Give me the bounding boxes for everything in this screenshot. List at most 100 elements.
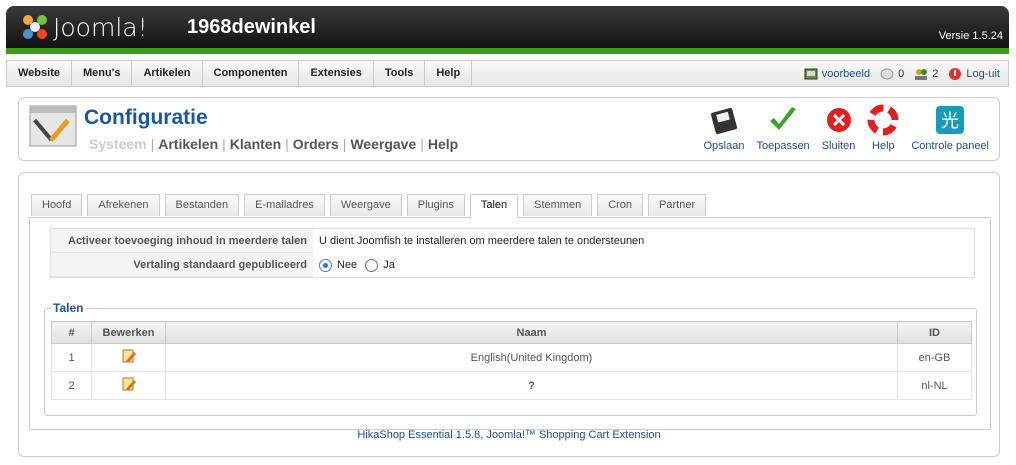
tab-plugins[interactable]: Plugins xyxy=(406,194,465,216)
sublink-system[interactable]: Systeem xyxy=(89,136,147,152)
apply-label: Toepassen xyxy=(756,140,810,152)
tab-weergave[interactable]: Weergave xyxy=(329,194,402,216)
preview-label: voorbeeld xyxy=(821,67,871,80)
menu-extensions[interactable]: Extensies xyxy=(299,61,374,86)
config-tabs: Hoofd Afrekenen Bestanden E-mailadres We… xyxy=(31,194,711,218)
language-id: en-GB xyxy=(897,343,972,372)
preview-link[interactable]: voorbeeld xyxy=(804,67,870,81)
config-sublinks: Systeem | Artikelen | Klanten | Orders | Weergav… xyxy=(89,136,458,152)
messages-icon xyxy=(880,68,894,79)
sublink-articles[interactable]: Artikelen xyxy=(158,136,218,152)
language-name: English(United Kingdom) xyxy=(165,343,898,372)
tab-content: Activeer toevoeging inhoud in meerdere t… xyxy=(29,217,991,430)
main-panel: Hoofd Afrekenen Bestanden E-mailadres We… xyxy=(18,172,1000,457)
menu-help[interactable]: Help xyxy=(425,61,473,86)
tab-afrekenen[interactable]: Afrekenen xyxy=(87,194,160,216)
menu-components[interactable]: Componenten xyxy=(203,61,300,86)
multilanguage-value: U dient Joomfish te installeren om meerd… xyxy=(319,235,645,247)
sublink-separator: | xyxy=(222,136,226,152)
sublink-help[interactable]: Help xyxy=(428,136,458,152)
language-options: Activeer toevoeging inhoud in meerdere t… xyxy=(50,228,975,278)
header-accent-line xyxy=(6,48,1009,54)
menu-articles[interactable]: Artikelen xyxy=(132,61,203,86)
col-edit: Bewerken xyxy=(91,321,166,344)
radio-ja[interactable] xyxy=(365,258,379,272)
menu-website[interactable]: Website xyxy=(7,61,72,86)
users-count[interactable]: 2 xyxy=(914,67,938,81)
preview-icon xyxy=(804,68,818,79)
edit-cell xyxy=(91,371,166,400)
version-label: Versie 1.5.24 xyxy=(938,30,1003,42)
close-label: Sluiten xyxy=(821,140,856,152)
configuration-icon xyxy=(29,105,77,147)
row-number: 2 xyxy=(51,371,92,400)
lifebuoy-icon xyxy=(867,104,899,136)
sublink-separator: | xyxy=(285,136,289,152)
logout-label: Log-uit xyxy=(966,67,1000,80)
table-row: 2 ? nl-NL xyxy=(51,371,972,400)
edit-icon[interactable] xyxy=(121,348,137,364)
page-title: Configuratie xyxy=(84,106,208,129)
menu-menus[interactable]: Menu's xyxy=(72,61,133,86)
publish-radio-group: Nee Ja xyxy=(313,258,395,272)
table-header-row: # Bewerken Naam ID xyxy=(51,321,972,344)
messages-value: 0 xyxy=(898,67,905,80)
tab-hoofd[interactable]: Hoofd xyxy=(31,194,83,216)
sublink-customers[interactable]: Klanten xyxy=(230,136,281,152)
menu-tools[interactable]: Tools xyxy=(374,61,426,86)
checkmark-icon xyxy=(770,107,797,130)
publish-label: Vertaling standaard gepubliceerd xyxy=(51,253,313,277)
col-id: ID xyxy=(897,321,972,344)
sublink-separator: | xyxy=(420,136,424,152)
languages-table: # Bewerken Naam ID 1 English(United King… xyxy=(51,321,972,400)
option-row-publish: Vertaling standaard gepubliceerd Nee Ja xyxy=(51,253,974,277)
main-menu-bar: Website Menu's Artikelen Componenten Ext… xyxy=(6,60,1009,87)
logout-link[interactable]: Log-uit xyxy=(948,67,1000,81)
footer-link[interactable]: HikaShop Essential 1.5.8, Joomla!™ Shopp… xyxy=(19,429,999,441)
apply-button[interactable]: Toepassen xyxy=(750,104,815,152)
sublink-separator: | xyxy=(150,136,155,152)
col-number: # xyxy=(51,321,92,344)
row-number: 1 xyxy=(51,343,92,372)
control-panel-label: Controle paneel xyxy=(911,140,989,152)
languages-fieldset: Talen # Bewerken Naam ID 1 English(Unite… xyxy=(44,301,977,416)
radio-nee[interactable] xyxy=(319,258,332,272)
help-label: Help xyxy=(872,140,895,152)
save-icon xyxy=(710,107,737,135)
tab-bestanden[interactable]: Bestanden xyxy=(164,194,240,216)
tab-stemmen[interactable]: Stemmen xyxy=(523,194,593,216)
save-label: Opslaan xyxy=(703,140,745,152)
sublink-separator: | xyxy=(342,136,347,152)
joomla-logo-icon xyxy=(23,15,47,39)
sublink-orders[interactable]: Orders xyxy=(293,136,339,152)
page-header-panel: Configuratie Systeem | Artikelen | Klanten | O… xyxy=(18,97,1000,161)
close-button[interactable]: Sluiten xyxy=(816,104,862,152)
users-value: 2 xyxy=(932,67,939,80)
table-row: 1 English(United Kingdom) en-GB xyxy=(51,343,972,372)
radio-nee-label: Nee xyxy=(337,259,358,271)
help-button[interactable]: Help xyxy=(861,104,905,152)
tab-talen[interactable]: Talen xyxy=(469,194,519,218)
edit-cell xyxy=(91,343,166,372)
tab-emailadres[interactable]: E-mailadres xyxy=(244,194,325,216)
edit-icon[interactable] xyxy=(121,376,137,392)
save-button[interactable]: Opslaan xyxy=(697,104,750,152)
option-row-multilanguage: Activeer toevoeging inhoud in meerdere t… xyxy=(51,229,974,253)
tab-partner[interactable]: Partner xyxy=(648,194,707,216)
status-area: voorbeeld 0 2 Log-uit xyxy=(794,61,1000,86)
svg-text:光: 光 xyxy=(941,111,959,132)
logout-icon xyxy=(949,67,962,80)
language-id: nl-NL xyxy=(897,371,972,400)
control-panel-icon: 光 xyxy=(936,106,965,134)
control-panel-button[interactable]: 光 Controle paneel xyxy=(905,104,995,152)
multilanguage-label: Activeer toevoeging inhoud in meerdere t… xyxy=(51,229,313,253)
col-name: Naam xyxy=(165,321,898,344)
joomla-logo: Joomla! xyxy=(20,12,148,42)
tab-cron[interactable]: Cron xyxy=(597,194,644,216)
language-name: ? xyxy=(165,371,898,400)
messages-count[interactable]: 0 xyxy=(880,67,904,81)
sublink-display[interactable]: Weergave xyxy=(350,136,416,152)
brand-name: Joomla! xyxy=(53,12,148,42)
toolbar: Opslaan Toepassen Sluiten Help 光 Control… xyxy=(697,104,995,152)
languages-legend: Talen xyxy=(51,301,86,315)
